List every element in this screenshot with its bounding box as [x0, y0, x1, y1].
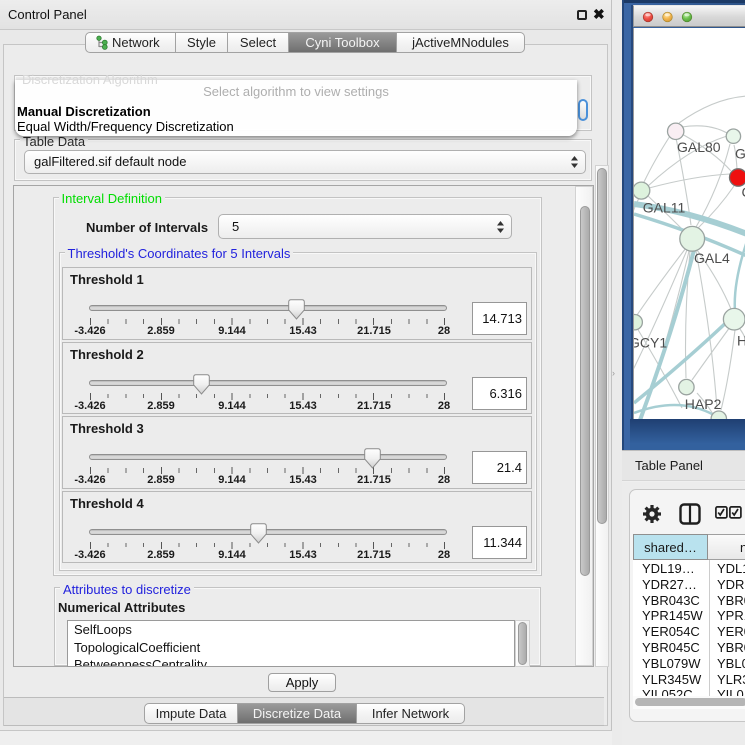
svg-text:H: H — [737, 333, 745, 349]
svg-text:GAL80: GAL80 — [677, 139, 721, 155]
svg-text:GAL1: GAL1 — [735, 146, 745, 162]
svg-text:C: C — [742, 184, 745, 200]
svg-text:GCY1: GCY1 — [634, 335, 667, 351]
svg-text:HAP2: HAP2 — [685, 396, 722, 412]
svg-text:GAL11: GAL11 — [643, 200, 686, 216]
svg-text:GAL4: GAL4 — [694, 250, 730, 266]
